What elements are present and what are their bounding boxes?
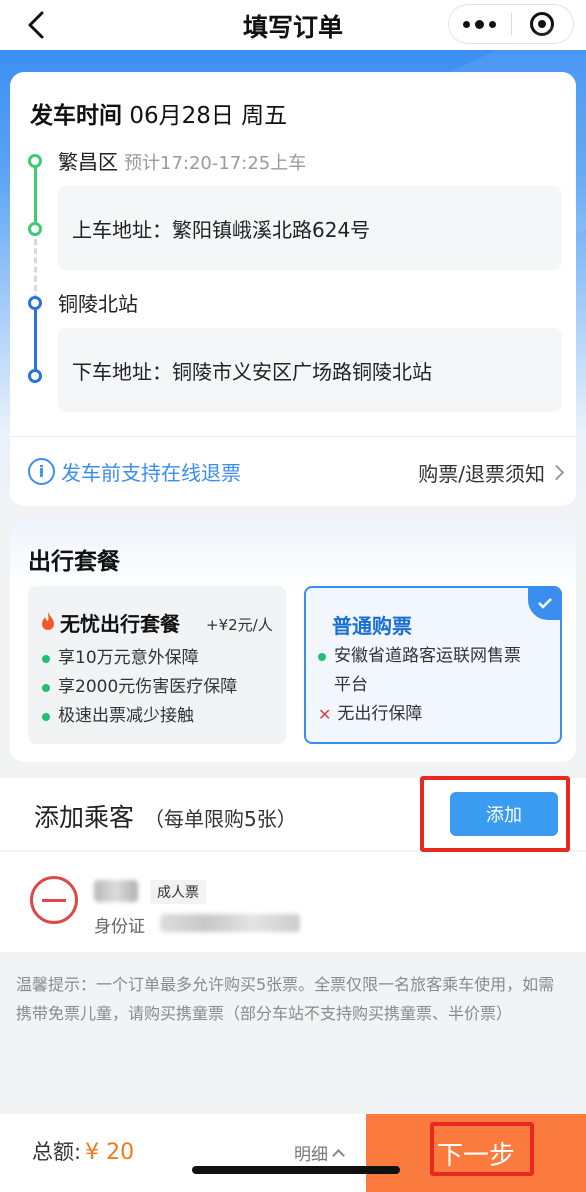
trip-card: 发车时间 06月28日 周五 繁昌区 预计17:20-17:25上车 上车地址：繁…: [10, 72, 576, 506]
home-indicator[interactable]: [192, 1166, 400, 1174]
remove-passenger-button[interactable]: [30, 876, 78, 924]
passenger-row: 成人票 身份证: [0, 852, 586, 952]
ticket-notice-link[interactable]: 购票/退票须知: [418, 458, 565, 487]
route-line-destination: [34, 302, 37, 376]
passenger-title: 添加乘客 （每单限购5张）: [34, 803, 297, 832]
more-icon: [463, 20, 471, 28]
total-amount: 总额: ¥ 20: [32, 1140, 135, 1165]
origin-station: 繁昌区 预计17:20-17:25上车: [58, 150, 307, 174]
id-number-redacted: [160, 914, 300, 932]
package-title: 出行套餐: [28, 549, 120, 575]
info-icon: i: [28, 458, 55, 485]
cross-icon: ✕: [318, 705, 332, 724]
next-step-button[interactable]: 下一步: [366, 1114, 586, 1192]
destination-dot-icon: [28, 296, 42, 310]
route-line-dashed: [34, 230, 37, 300]
origin-dot-icon: [28, 154, 42, 168]
chevron-right-icon: [548, 464, 565, 481]
add-passenger-button[interactable]: 添加: [450, 792, 558, 836]
package-feature: 安徽省道路客运联网售票: [318, 642, 521, 671]
package-option-worry-free[interactable]: 无忧出行套餐 +¥2元/人 享10万元意外保障 享2000元伤害医疗保障 极速出…: [28, 586, 286, 744]
package-feature: 享2000元伤害医疗保障: [42, 673, 237, 702]
destination-station: 铜陵北站: [58, 292, 138, 316]
package-option-standard[interactable]: 普通购票 安徽省道路客运联网售票 平台 ✕ 无出行保障: [304, 586, 562, 744]
passenger-name-redacted: [94, 880, 138, 902]
route-line-origin: [34, 164, 37, 230]
departure-time: 发车时间 06月28日 周五: [30, 103, 288, 129]
price-detail-toggle[interactable]: 明细: [294, 1140, 345, 1165]
package-feature-negative: ✕ 无出行保障: [318, 700, 422, 729]
package-feature: 享10万元意外保障: [42, 644, 199, 673]
pickup-address[interactable]: 上车地址：繁阳镇峨溪北路624号: [58, 186, 562, 270]
travel-package-card: 出行套餐 无忧出行套餐 +¥2元/人 享10万元意外保障 享2000元伤害医疗保…: [10, 520, 576, 762]
package-feature: 平台: [334, 675, 368, 695]
chevron-up-icon: [332, 1149, 345, 1162]
package-feature: 极速出票减少接触: [42, 702, 194, 731]
ticket-type-badge: 成人票: [150, 880, 206, 904]
more-menu-button[interactable]: [449, 19, 511, 29]
minus-icon: [42, 898, 66, 902]
dropoff-address[interactable]: 下车地址：铜陵市义安区广场路铜陵北站: [58, 328, 562, 412]
check-icon: [528, 588, 560, 620]
refund-info: i 发车前支持在线退票: [28, 457, 241, 486]
nav-bar: 填写订单: [0, 0, 586, 50]
warm-tip: 温馨提示：一个订单最多允许购买5张票。全票仅限一名旅客乘车使用，如需携带免票儿童…: [16, 975, 555, 1023]
origin-pin-icon: [28, 222, 42, 236]
id-label: 身份证: [94, 917, 145, 937]
fire-icon: [42, 612, 54, 630]
destination-pin-icon: [28, 369, 42, 383]
